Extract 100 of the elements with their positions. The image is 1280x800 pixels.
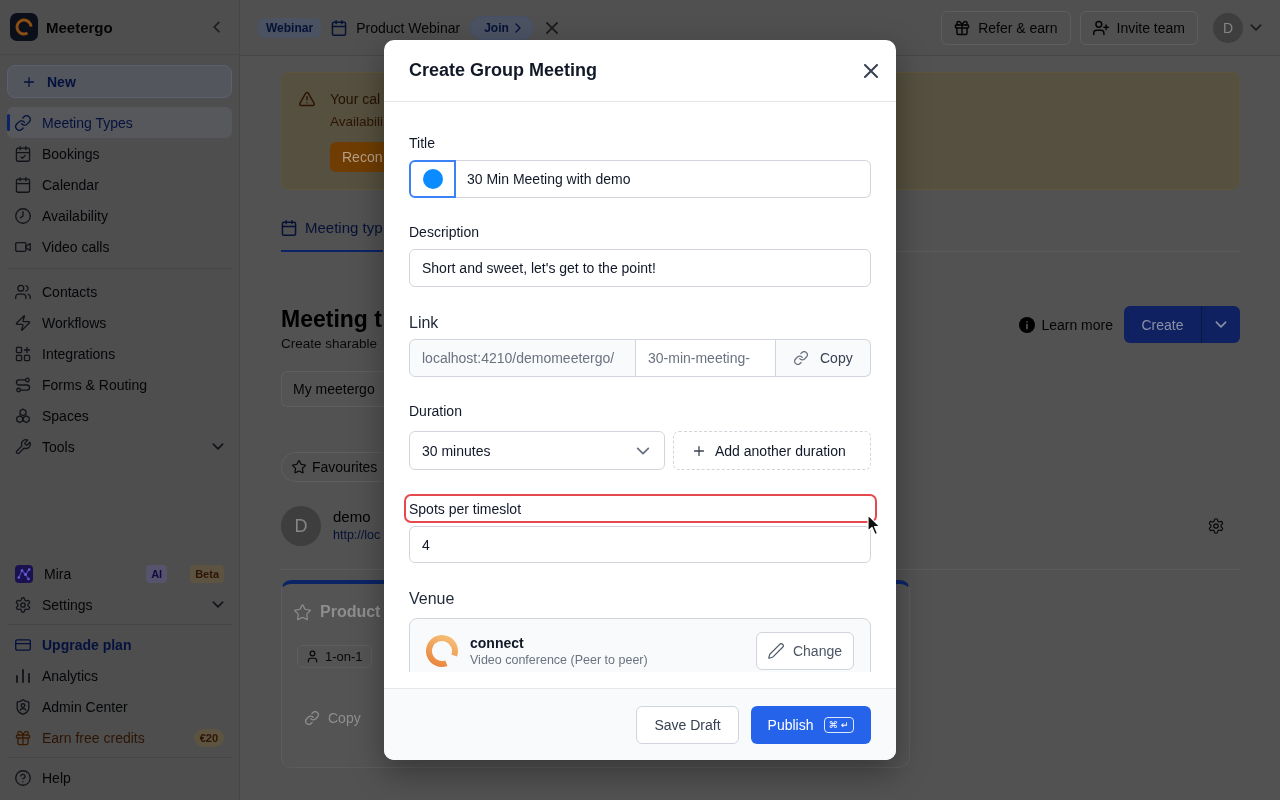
wrench-icon xyxy=(15,438,31,455)
favourites-filter[interactable]: Favourites xyxy=(281,452,382,482)
close-icon[interactable] xyxy=(545,21,558,34)
logo-icon xyxy=(10,13,38,41)
color-picker-button[interactable] xyxy=(409,160,456,198)
create-button[interactable]: Create xyxy=(1124,306,1201,343)
slug-field[interactable]: 30-min-meeting- xyxy=(636,339,776,377)
link-icon xyxy=(15,114,31,131)
sidebar-item[interactable]: Mira AI Beta xyxy=(7,558,232,589)
sidebar-item[interactable]: Analytics xyxy=(7,660,232,691)
beta-badge: Beta xyxy=(190,564,224,583)
field-label: Duration xyxy=(409,402,463,421)
calendar-icon xyxy=(281,219,297,236)
input-field[interactable]: 4 xyxy=(409,526,871,563)
field-label: Venue xyxy=(409,589,456,609)
calendar-check-icon xyxy=(15,145,31,162)
sidebar-item[interactable]: Integrations xyxy=(7,338,232,369)
title-field[interactable]: 30 Min Meeting with demo xyxy=(456,160,871,198)
add-duration-button[interactable]: Add another duration xyxy=(673,431,871,470)
chevron-down-icon[interactable] xyxy=(212,443,224,450)
sidebar-item[interactable]: Admin Center xyxy=(7,691,232,722)
caret-icon xyxy=(636,446,650,455)
banner-text: Availabili xyxy=(330,113,385,131)
plus-icon xyxy=(22,74,36,89)
sidebar-item[interactable]: Tools xyxy=(7,431,232,462)
sidebar-item[interactable]: Bookings xyxy=(7,138,232,169)
chevron-down-icon xyxy=(1215,321,1227,328)
help-icon xyxy=(15,769,31,786)
user-avatar: D xyxy=(281,506,321,546)
user-icon xyxy=(306,650,319,663)
calendar-icon xyxy=(15,176,31,193)
constellation-icon xyxy=(15,564,33,583)
venue-name: connect xyxy=(470,633,525,652)
sidebar-item[interactable]: Meeting Types xyxy=(7,107,232,138)
link-icon xyxy=(305,711,319,725)
banner-title: Your cal xyxy=(330,90,382,109)
star-icon xyxy=(292,460,306,474)
duration-select[interactable]: 30 minutes xyxy=(409,431,665,470)
event-title: Product Webinar xyxy=(356,19,461,36)
credit-badge: €20 xyxy=(193,728,224,747)
workspace-select[interactable]: My meetergo xyxy=(281,371,384,407)
chevron-left-icon[interactable] xyxy=(213,21,220,33)
page-subtitle: Create sharable xyxy=(281,335,379,353)
sidebar-item[interactable]: Spaces xyxy=(7,400,232,431)
calendar-icon xyxy=(331,19,348,36)
sidebar-item[interactable]: Workflows xyxy=(7,307,232,338)
copy-button[interactable]: Copy xyxy=(776,339,871,377)
star-icon xyxy=(294,603,311,621)
sidebar-item[interactable]: Help xyxy=(7,762,232,793)
warning-icon xyxy=(299,91,315,107)
sidebar-item[interactable]: Video calls xyxy=(7,231,232,262)
publish-button[interactable]: Publish ⌘ ↵ xyxy=(750,705,871,744)
sidebar-item[interactable]: Forms & Routing xyxy=(7,369,232,400)
change-button[interactable]: Change xyxy=(755,632,854,670)
info-icon xyxy=(1019,316,1036,333)
lightning-icon xyxy=(15,314,31,331)
bar-chart-icon xyxy=(15,667,31,684)
refer-button[interactable]: Refer & earn xyxy=(941,10,1071,45)
field-label: Spots per timeslot xyxy=(409,500,523,519)
chevron-right-icon xyxy=(514,22,521,33)
copy-link-button[interactable]: Copy xyxy=(305,708,361,728)
shield-user-icon xyxy=(15,698,31,715)
close-button[interactable] xyxy=(864,63,878,78)
sidebar-item[interactable]: Upgrade plan xyxy=(7,629,232,660)
sidebar-item[interactable]: Settings xyxy=(7,589,232,620)
learn-more-link[interactable]: Learn more xyxy=(1019,316,1113,333)
chevron-down-icon[interactable] xyxy=(1250,24,1262,31)
input-field[interactable]: Short and sweet, let's get to the point! xyxy=(409,249,871,287)
chevron-down-icon[interactable] xyxy=(212,601,224,608)
user-avatar[interactable]: D xyxy=(1213,12,1243,43)
dialog-title: Create Group Meeting xyxy=(409,60,598,81)
clock-icon xyxy=(15,207,31,224)
sidebar-item[interactable]: Contacts xyxy=(7,276,232,307)
url-prefix: localhost:4210/demomeetergo/ xyxy=(409,339,636,377)
save-draft-button[interactable]: Save Draft xyxy=(636,705,739,744)
gift-icon xyxy=(954,19,971,36)
mouse-pointer-icon xyxy=(867,514,882,536)
new-button[interactable]: New xyxy=(7,65,232,98)
tab[interactable]: Meeting typ xyxy=(281,205,383,252)
venue-description: Video conference (Peer to peer) xyxy=(470,651,648,669)
user-plus-icon xyxy=(1092,19,1109,36)
close-icon xyxy=(864,63,878,78)
owner-link[interactable]: http://loc xyxy=(333,526,381,544)
settings-icon[interactable] xyxy=(1208,518,1224,534)
reconnect-button[interactable]: Recon xyxy=(330,142,385,172)
sidebar-item[interactable]: Earn free credits €20 xyxy=(7,722,232,753)
field-label: Title xyxy=(409,134,436,153)
link-icon xyxy=(794,351,808,365)
meeting-type-tag: 1-on-1 xyxy=(297,645,372,668)
dropdown-button[interactable] xyxy=(1201,306,1240,343)
join-button[interactable]: Join xyxy=(470,15,534,40)
ring-icon xyxy=(425,634,459,668)
cubes-icon xyxy=(15,407,31,424)
owner-name: demo xyxy=(333,508,372,526)
shortcut-hint: ⌘ ↵ xyxy=(823,716,854,733)
sidebar-item[interactable]: Calendar xyxy=(7,169,232,200)
invite-button[interactable]: Invite team xyxy=(1079,10,1198,45)
field-label: Link xyxy=(409,313,440,333)
sidebar-item[interactable]: Availability xyxy=(7,200,232,231)
brand-name: Meetergo xyxy=(46,18,113,36)
